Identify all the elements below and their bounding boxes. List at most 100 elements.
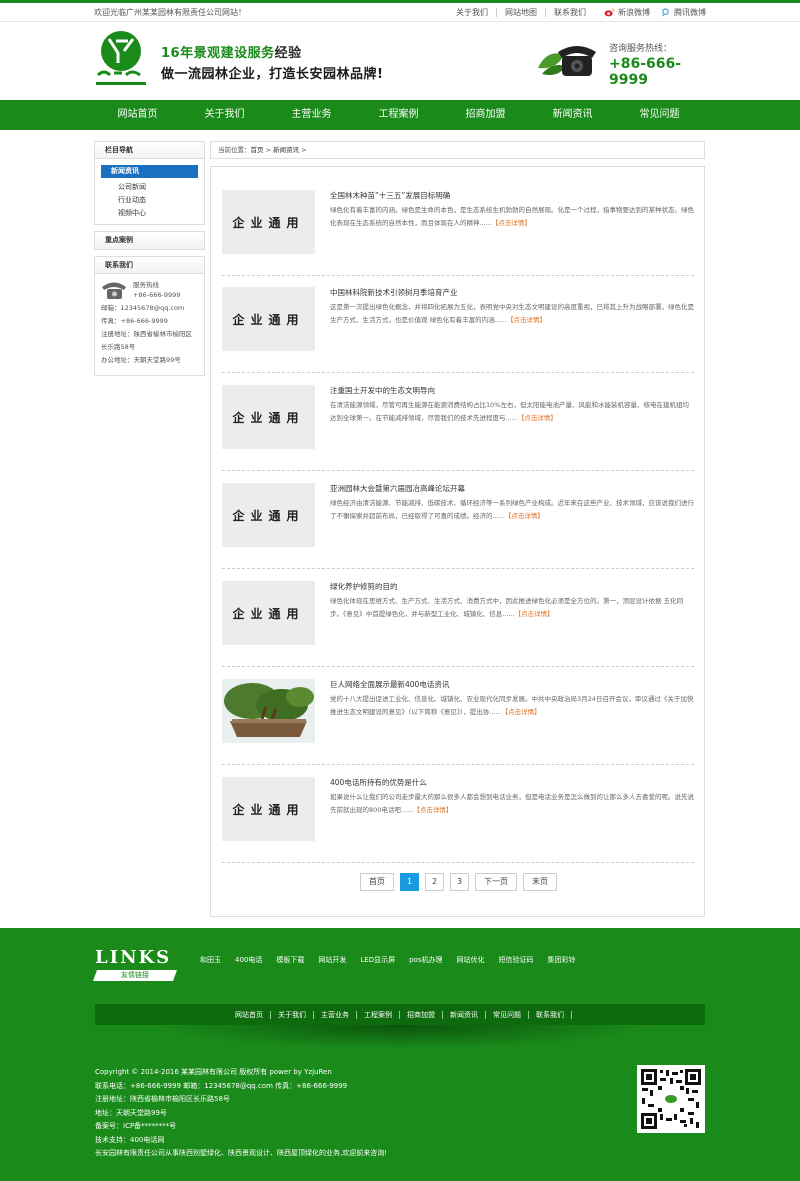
- nav-join[interactable]: 招商加盟: [442, 100, 529, 130]
- news-more-link[interactable]: 【点击详情】: [515, 610, 554, 618]
- sidebar-item-video[interactable]: 视频中心: [118, 207, 204, 220]
- friend-link[interactable]: 模板下载: [276, 955, 304, 965]
- nav-about[interactable]: 关于我们: [181, 100, 268, 130]
- support-line: 技术支持：400电话网: [95, 1135, 165, 1144]
- footer-nav-join[interactable]: 招商加盟: [400, 1010, 443, 1019]
- welcome-text: 欢迎光临广州某某园林有限责任公司网站！: [94, 8, 246, 17]
- news-desc: 党的十八大提出促进工业化、信息化、城镇化、农业现代化同步发展。中共中央政治局3月…: [330, 693, 694, 719]
- contact-line: 邮箱：12345678@qq.com: [101, 304, 185, 312]
- news-thumbnail[interactable]: 企业通用: [222, 287, 315, 351]
- news-more-link[interactable]: 【点击详情】: [505, 512, 544, 520]
- nav-cases[interactable]: 工程案例: [355, 100, 442, 130]
- friend-link[interactable]: 网站开发: [318, 955, 346, 965]
- pager-last[interactable]: 末页: [523, 873, 557, 891]
- news-more-link[interactable]: 【点击详情】: [518, 414, 557, 422]
- contact-tel-label: 服务热线: [133, 281, 159, 289]
- top-links: 关于我们 网站地图 联系我们 新浪微博 腾讯微博: [448, 7, 706, 18]
- top-link-about[interactable]: 关于我们: [448, 8, 496, 17]
- sidebar: 栏目导航 新闻资讯 公司新闻 行业动态 视频中心 重点案例 联系我们 服务热线 …: [94, 141, 205, 382]
- pager-first[interactable]: 首页: [360, 873, 394, 891]
- thumb-text: 企业通用: [232, 410, 305, 425]
- hotline-label: 咨询服务热线：: [609, 44, 673, 54]
- news-title[interactable]: 中国林科院新技术引领树月季培育产业: [330, 287, 458, 298]
- news-thumbnail[interactable]: 企业通用: [222, 483, 315, 547]
- news-more-link[interactable]: 【点击详情】: [492, 219, 531, 227]
- nav-faq[interactable]: 常见问题: [616, 100, 703, 130]
- main-content: 栏目导航 新闻资讯 公司新闻 行业动态 视频中心 重点案例 联系我们 服务热线 …: [94, 130, 706, 918]
- pager-page-2[interactable]: 2: [425, 873, 444, 891]
- top-bar: 欢迎光临广州某某园林有限责任公司网站！ 关于我们 网站地图 联系我们 新浪微博 …: [0, 0, 800, 22]
- logo-icon[interactable]: [94, 29, 148, 91]
- news-more-link[interactable]: 【点击详情】: [507, 316, 546, 324]
- news-desc: 绿色化有着丰富的内涵。绿色是生命的本色，是生态系统生机勃勃的自然展现。化是一个过…: [330, 204, 694, 230]
- news-thumbnail[interactable]: 企业通用: [222, 777, 315, 841]
- pager-next[interactable]: 下一页: [475, 873, 517, 891]
- thumb-text: 企业通用: [232, 606, 305, 621]
- slogan-line-1: 16年景观建设服务经验: [161, 42, 383, 61]
- news-title[interactable]: 绿化养护修剪的目的: [330, 581, 398, 592]
- news-desc: 在清洁能源领域，尽管可再生能源在能源消费结构占比10%左右，但太阳能电池产量、风…: [330, 399, 694, 425]
- friend-links: 和田玉 400电话 模板下载 网站开发 LED显示屏 pos机办理 网站优化 短…: [200, 955, 589, 965]
- friend-link[interactable]: LED显示屏: [360, 955, 395, 965]
- friend-link[interactable]: 集团彩铃: [547, 955, 575, 965]
- friend-link[interactable]: pos机办理: [409, 955, 442, 965]
- header-slogan: 16年景观建设服务经验 做一流园林企业，打造长安园林品牌!: [161, 42, 383, 82]
- sidebar-item-company-news[interactable]: 公司新闻: [118, 181, 204, 194]
- pager-page-3[interactable]: 3: [450, 873, 469, 891]
- news-more-link[interactable]: 【点击详情】: [413, 806, 452, 814]
- news-item: 企业通用 绿化养护修剪的目的 绿色化体现在思维方式、生产方式、生活方式、消费方式…: [222, 581, 694, 667]
- friend-link[interactable]: 网站优化: [456, 955, 484, 965]
- sina-weibo-link[interactable]: 新浪微博: [604, 7, 650, 18]
- icp-line: 备案号：ICP备********号: [95, 1122, 177, 1130]
- sidebar-featured-title[interactable]: 重点案例: [95, 232, 204, 249]
- news-thumbnail[interactable]: 企业通用: [222, 385, 315, 449]
- news-title[interactable]: 全国林木种苗“十三五”发展目标明确: [330, 190, 450, 201]
- contact-line: 联系电话：+86-666-9999 邮箱：12345678@qq.com 传真：…: [95, 1081, 348, 1090]
- top-link-sitemap[interactable]: 网站地图: [496, 8, 545, 17]
- tencent-weibo-link[interactable]: 腾讯微博: [660, 7, 706, 18]
- links-heading: LINKS 友情链接: [92, 947, 178, 981]
- friend-link[interactable]: 短信验证码: [498, 955, 533, 965]
- news-more-link[interactable]: 【点击详情】: [502, 708, 541, 716]
- tencent-weibo-icon: [662, 8, 669, 17]
- links-tag-label: 友情链接: [121, 971, 149, 979]
- footer-nav-news[interactable]: 新闻资讯: [443, 1010, 486, 1019]
- breadcrumb-home[interactable]: 首页: [251, 146, 264, 154]
- nav-home[interactable]: 网站首页: [94, 100, 181, 130]
- footer-nav-cases[interactable]: 工程案例: [357, 1010, 400, 1019]
- news-thumbnail[interactable]: 企业通用: [222, 190, 315, 254]
- footer-copyright: Copyright © 2014-2016 某某园林有限公司 版权所有 powe…: [95, 1066, 387, 1161]
- friend-link[interactable]: 和田玉: [200, 955, 221, 965]
- footer-nav-faq[interactable]: 常见问题: [486, 1010, 529, 1019]
- top-link-contact[interactable]: 联系我们: [545, 8, 594, 17]
- phone-icon: [102, 282, 126, 299]
- news-title[interactable]: 注重国土开发中的生态文明导向: [330, 385, 435, 396]
- news-thumbnail[interactable]: 企业通用: [222, 581, 315, 645]
- footer-nav-contact[interactable]: 联系我们: [529, 1010, 572, 1019]
- sidebar-item-industry[interactable]: 行业动态: [118, 194, 204, 207]
- news-desc-text: 绿色化体现在思维方式、生产方式、生活方式、消费方式中，因此推进绿色化必须是全方位…: [330, 597, 684, 618]
- nav-news[interactable]: 新闻资讯: [529, 100, 616, 130]
- pager-page-1[interactable]: 1: [400, 873, 419, 891]
- footer-nav-business[interactable]: 主营业务: [314, 1010, 357, 1019]
- news-item: 企业通用 400电话所持有的优势是什么 如果说什么让我们的公司走步最大的那么很多…: [222, 777, 694, 863]
- breadcrumb-section[interactable]: 新闻资讯: [273, 146, 299, 154]
- news-title[interactable]: 400电话所持有的优势是什么: [330, 777, 427, 788]
- news-desc: 如果说什么让我们的公司走步最大的那么很多人都会想到电话业务，但是电话业务是怎么做…: [330, 791, 694, 817]
- friend-link[interactable]: 400电话: [235, 955, 262, 965]
- news-item: 企业通用 注重国土开发中的生态文明导向 在清洁能源领域，尽管可再生能源在能源消费…: [222, 385, 694, 471]
- news-title[interactable]: 亚洲园林大会暨第六届园冶高峰论坛开幕: [330, 483, 465, 494]
- breadcrumb-tail: >: [299, 146, 307, 154]
- breadcrumb: 当前位置：首页 > 新闻资讯 >: [210, 141, 705, 159]
- sidebar-contact-title: 联系我们: [95, 257, 204, 274]
- footer-nav-home[interactable]: 网站首页: [228, 1010, 271, 1019]
- news-title[interactable]: 巨人网络全面展示最新400电话资讯: [330, 679, 449, 690]
- sidebar-category-news[interactable]: 新闻资讯: [101, 165, 198, 178]
- thumb-text: 企业通用: [232, 802, 305, 817]
- links-tag: 友情链接: [92, 970, 178, 981]
- copyright-line: Copyright © 2014-2016 某某园林有限公司 版权所有 powe…: [95, 1068, 332, 1076]
- nav-business[interactable]: 主营业务: [268, 100, 355, 130]
- sidebar-nav-box: 栏目导航 新闻资讯 公司新闻 行业动态 视频中心: [94, 141, 205, 225]
- bonsai-photo[interactable]: [222, 679, 315, 743]
- footer-nav-about[interactable]: 关于我们: [271, 1010, 314, 1019]
